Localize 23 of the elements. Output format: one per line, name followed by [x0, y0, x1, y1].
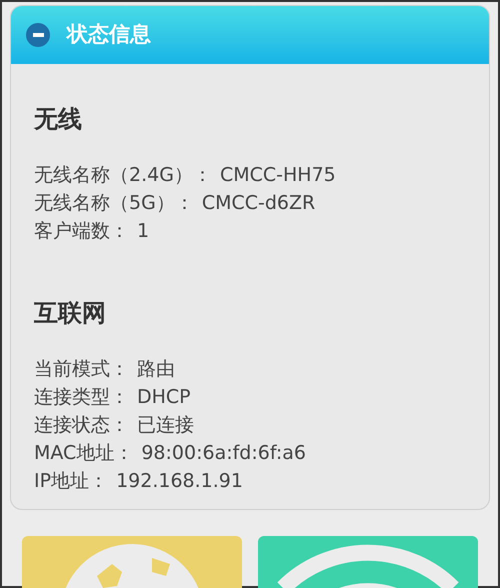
- field-label: MAC地址：: [34, 441, 134, 466]
- field-value: 98:00:6a:fd:6f:a6: [141, 441, 306, 466]
- field-value: 路由: [137, 357, 175, 382]
- field-value: 192.168.1.91: [116, 469, 243, 494]
- field-value: 1: [137, 219, 150, 244]
- field-value: CMCC-d6ZR: [202, 191, 316, 216]
- wifi-tile[interactable]: [258, 536, 478, 588]
- field-label: 连接类型：: [34, 385, 129, 410]
- section-heading: 互联网: [34, 298, 107, 328]
- field-value: DHCP: [137, 385, 191, 410]
- panel-title: 状态信息: [67, 21, 151, 48]
- panel-header[interactable]: 状态信息: [11, 6, 489, 64]
- field-label: 连接状态：: [34, 413, 129, 438]
- field-label: 无线名称（5G）：: [34, 191, 194, 216]
- collapse-icon[interactable]: [26, 23, 50, 47]
- field-label: 当前模式：: [34, 357, 129, 382]
- field-label: IP地址：: [34, 469, 108, 494]
- field-value: 已连接: [137, 413, 194, 438]
- field-label: 客户端数：: [34, 219, 129, 244]
- globe-tile[interactable]: [22, 536, 242, 588]
- field-value: CMCC-HH75: [220, 163, 336, 188]
- field-label: 无线名称（2.4G）：: [34, 163, 212, 188]
- section-heading: 无线: [34, 104, 83, 134]
